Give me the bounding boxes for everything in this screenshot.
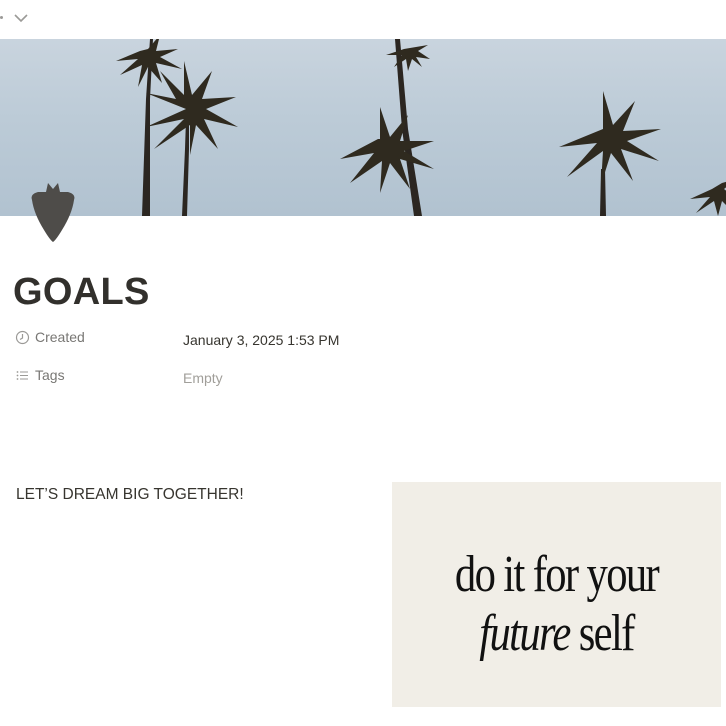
chevron-down-icon[interactable] — [12, 10, 30, 26]
quote-line-2: future self — [422, 604, 692, 664]
clock-icon — [15, 330, 30, 344]
page-title[interactable]: GOALS — [13, 268, 150, 316]
property-tags-label: Tags — [15, 367, 65, 383]
top-bar — [0, 0, 726, 39]
property-tags[interactable]: Tags Empty — [15, 367, 715, 389]
list-icon — [16, 370, 28, 380]
quote-line-2-rest: self — [569, 605, 636, 662]
created-value: January 3, 2025 1:53 PM — [183, 332, 340, 348]
property-created-label: Created — [15, 329, 85, 345]
tags-value[interactable]: Empty — [183, 367, 223, 389]
quote-line-2-italic: future — [479, 605, 571, 662]
created-label-text: Created — [35, 329, 85, 345]
tags-label-text: Tags — [35, 367, 65, 383]
cover-image[interactable] — [0, 39, 726, 216]
more-dot — [0, 16, 3, 19]
quote-image[interactable]: do it for your future self — [392, 482, 721, 707]
quote-line-1: do it for your — [454, 546, 660, 603]
property-created[interactable]: Created January 3, 2025 1:53 PM — [15, 329, 715, 351]
palm-trees-illustration — [116, 39, 726, 216]
text-block[interactable]: LET’S DREAM BIG TOGETHER! — [16, 484, 244, 506]
strawberry-icon[interactable] — [26, 180, 80, 244]
